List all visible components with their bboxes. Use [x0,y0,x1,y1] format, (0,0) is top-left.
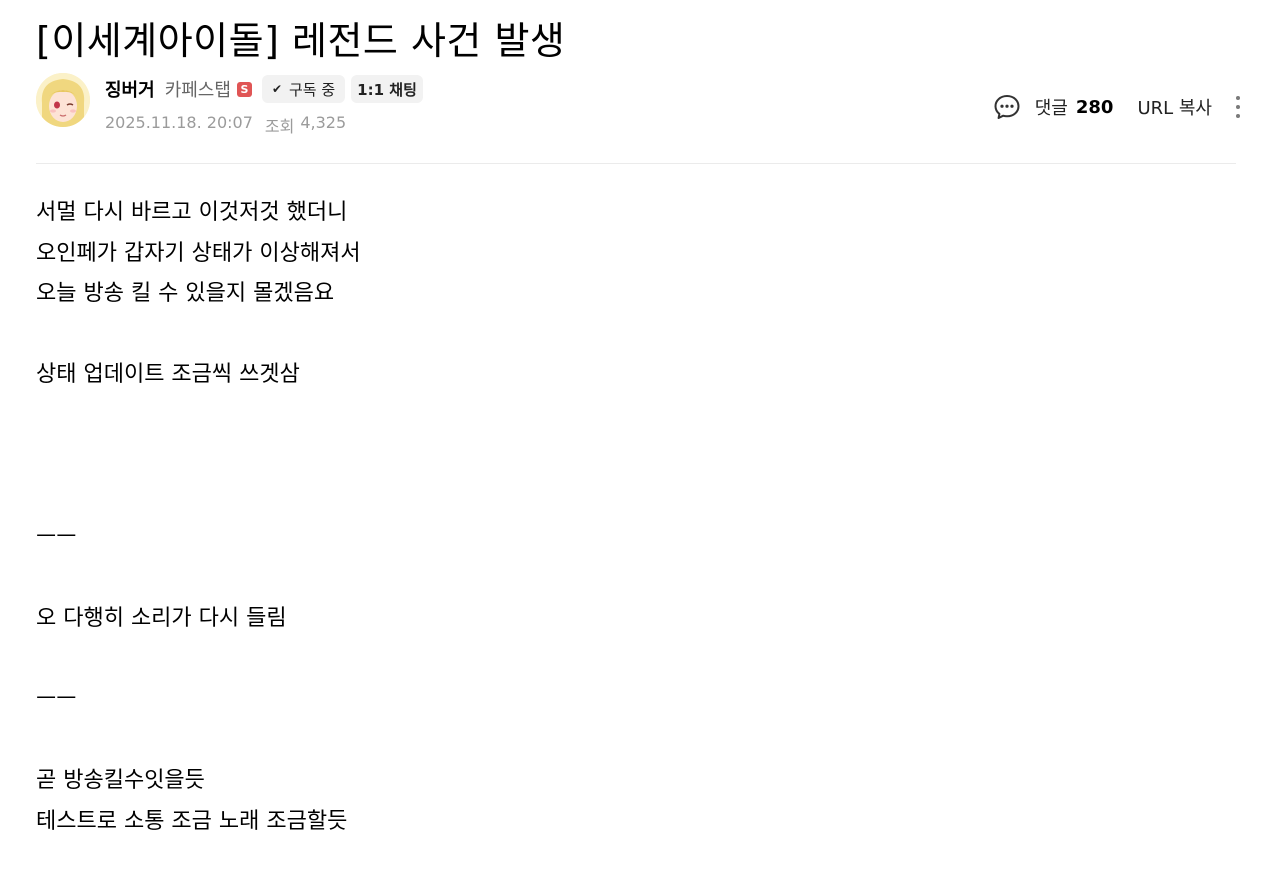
body-line [36,477,1236,518]
body-line: 서멀 다시 바르고 이것저것 했더니 [36,200,348,225]
body-line [36,437,1236,478]
body-line: 상태 업데이트 조금씩 쓰겟삼 [36,362,300,388]
views-count: 4,325 [300,113,347,132]
body-line: 오 다행히 소리가 다시 들림 [36,605,287,631]
chat-button[interactable]: 1:1 채팅 [351,75,423,103]
comment-bubble-icon [994,95,1020,119]
subscribe-label: 구독 중 [289,80,336,99]
post-date: 2025.11.18. 20:07 [105,113,253,132]
body-line [36,558,1236,599]
avatar-image [36,73,90,127]
body-line: 테스트로 소통 조금 노래 조금할듯 [36,808,348,834]
subscribe-button[interactable]: ✔ 구독 중 [261,75,346,103]
more-options-icon[interactable] [1232,96,1244,118]
check-icon: ✔ [271,82,282,96]
post-views: 조회 4,325 [265,113,346,137]
post-tools: 댓글 280 URL 복사 [993,92,1244,122]
comment-button[interactable]: 댓글 280 [993,93,1114,121]
views-label: 조회 [264,117,295,136]
header-divider [36,163,1236,164]
body-line: ㅡㅡ [36,687,77,713]
author-name[interactable]: 징버거 [105,76,155,102]
author-level: 카페스탭 [164,80,231,101]
author-avatar[interactable] [36,73,90,127]
post-body: 서멀 다시 바르고 이것저것 했더니 오인페가 갑자기 상태가 이상해져서 오늘… [36,193,1236,843]
post-title: [이세계아이돌] 레전드 사건 발생 [36,19,566,63]
staff-badge-icon: S [236,81,252,97]
body-line [36,640,1236,681]
url-copy-button[interactable]: URL 복사 [1137,94,1212,120]
body-line: ㅡㅡ [36,524,77,550]
comment-label: 댓글 [1034,98,1068,119]
body-line [36,721,1236,762]
chat-label: 1:1 채팅 [357,80,417,99]
post-meta: 2025.11.18. 20:07 조회 4,325 [105,113,346,137]
body-line [36,396,1236,437]
body-line: 곧 방송킬수잇을듯 [36,768,205,794]
body-line: 오늘 방송 킬 수 있을지 몰겠음요 [36,281,335,307]
body-line [36,315,1236,356]
body-line: 오인페가 갑자기 상태가 이상해져서 [36,240,361,266]
comment-count: 280 [1075,96,1114,118]
author-row: 징버거 카페스탭 S ✔ 구독 중 1:1 채팅 [105,74,429,104]
